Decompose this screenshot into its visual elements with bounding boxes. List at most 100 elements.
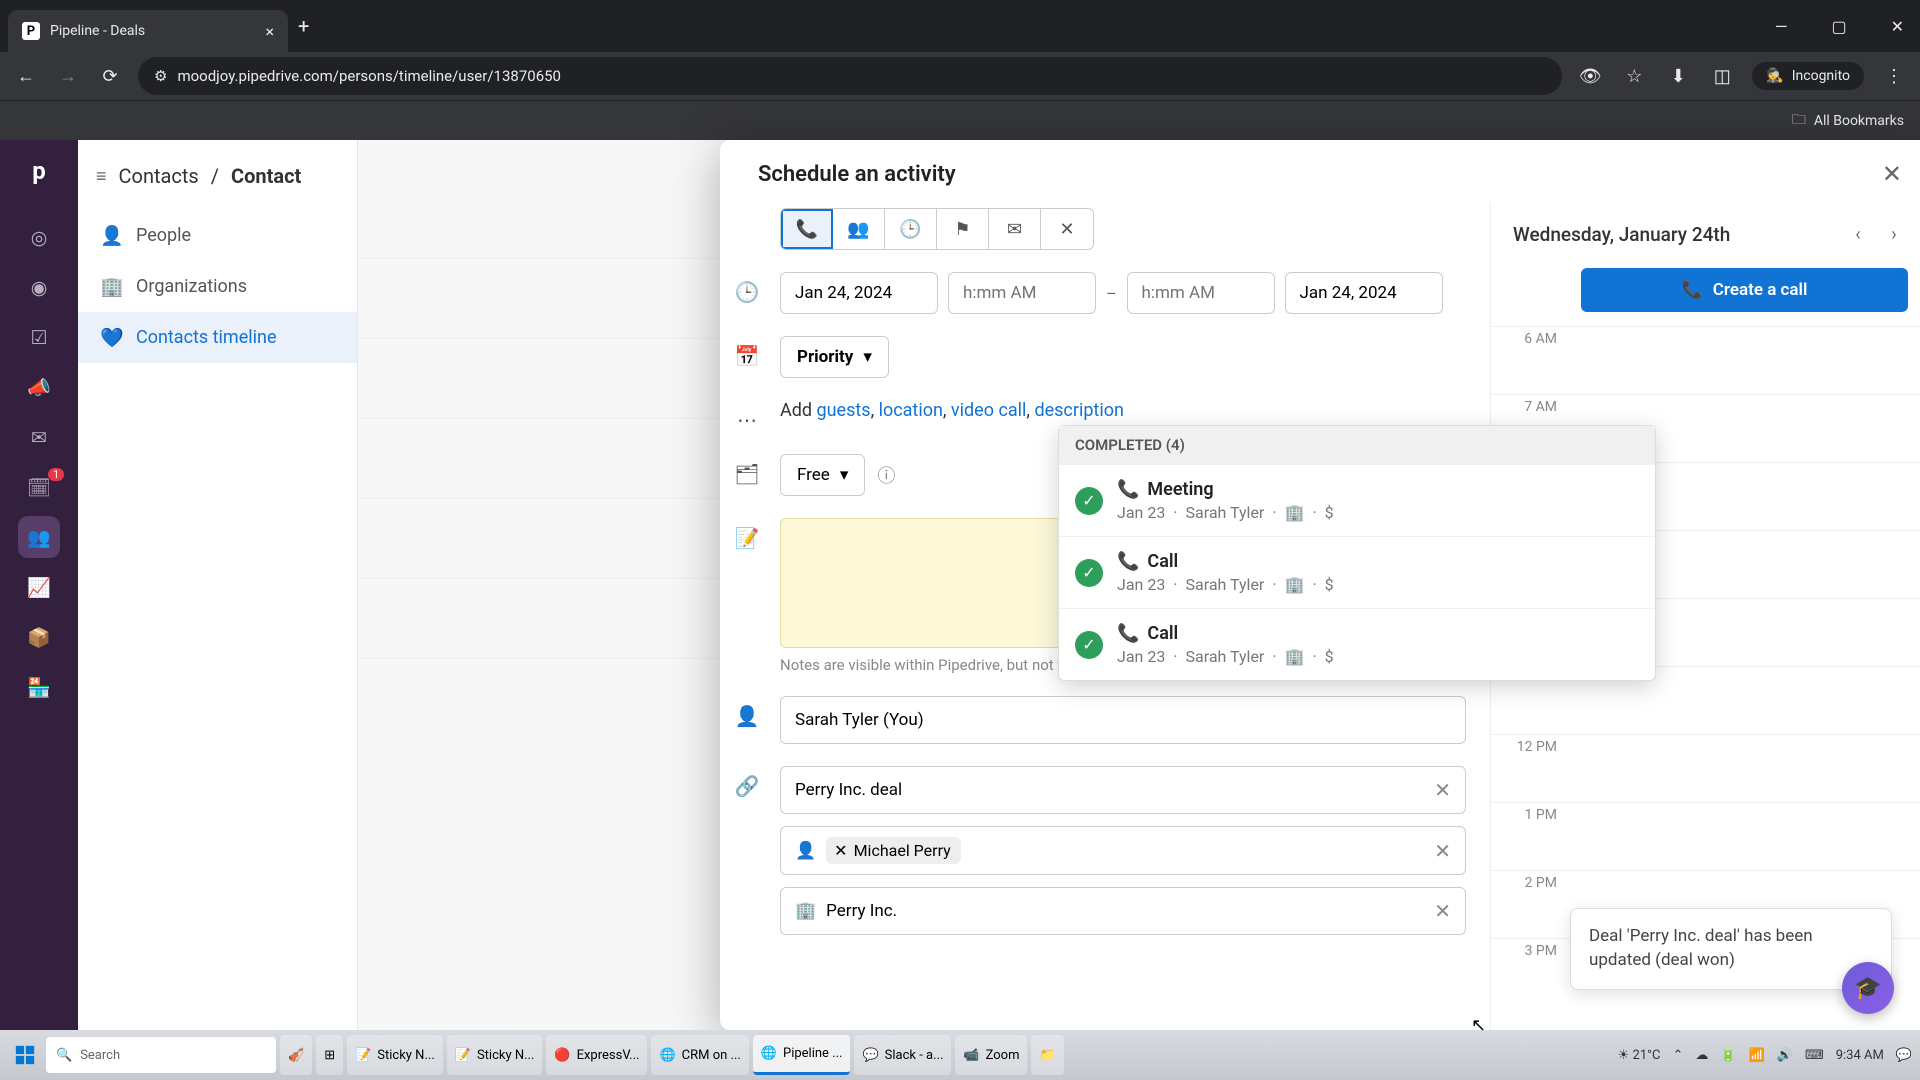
pipedrive-logo[interactable]: p bbox=[20, 152, 58, 190]
tray-volume-icon[interactable]: 🔊 bbox=[1777, 1048, 1793, 1063]
linked-org-field[interactable]: 🏢 Perry Inc. ✕ bbox=[780, 887, 1466, 935]
chip-remove-icon[interactable]: ✕ bbox=[834, 841, 847, 860]
taskbar-app-sticky1[interactable]: 📝Sticky N... bbox=[347, 1035, 443, 1075]
taskbar-app-sticky2[interactable]: 📝Sticky N... bbox=[447, 1035, 543, 1075]
incognito-icon: 🕵 bbox=[1766, 68, 1783, 84]
completed-item[interactable]: ✓ 📞Call Jan 23 · Sarah Tyler · 🏢 · $ bbox=[1059, 608, 1655, 680]
taskbar-search[interactable]: 🔍 Search bbox=[46, 1037, 276, 1073]
taskbar-app-zoom[interactable]: 📹Zoom bbox=[955, 1035, 1027, 1075]
rail-activities-icon[interactable]: 🗓1 bbox=[18, 466, 60, 508]
linked-deal-field[interactable]: Perry Inc. deal ✕ bbox=[780, 766, 1466, 814]
academy-fab[interactable]: 🎓 bbox=[1842, 962, 1894, 1014]
availability-dropdown[interactable]: Free ▾ bbox=[780, 454, 865, 496]
window-minimize-icon[interactable]: — bbox=[1767, 11, 1796, 42]
tray-chevron-icon[interactable]: ⌃ bbox=[1672, 1048, 1683, 1063]
type-lunch-button[interactable]: ✕ bbox=[1041, 209, 1093, 249]
all-bookmarks-link[interactable]: All Bookmarks bbox=[1814, 113, 1904, 129]
eye-off-icon[interactable]: 👁 bbox=[1576, 62, 1604, 90]
note-icon: 📝 bbox=[730, 518, 764, 550]
rail-campaigns-icon[interactable]: 📣 bbox=[18, 366, 60, 408]
rail-products-icon[interactable]: 📦 bbox=[18, 616, 60, 658]
sidebar-item-people[interactable]: 👤 People bbox=[78, 210, 357, 261]
window-maximize-icon[interactable]: ▢ bbox=[1823, 11, 1854, 42]
address-bar[interactable]: ⚙ moodjoy.pipedrive.com/persons/timeline… bbox=[138, 57, 1562, 95]
calendar-date-label: Wednesday, January 24th bbox=[1513, 223, 1730, 246]
breadcrumb-root[interactable]: Contacts bbox=[119, 164, 199, 188]
toast-text: Deal 'Perry Inc. deal' has been updated … bbox=[1589, 926, 1813, 970]
taskbar-app-chrome-pipeline[interactable]: 🌐Pipeline ... bbox=[753, 1035, 851, 1075]
weather-widget[interactable]: ☀ 21°C bbox=[1618, 1048, 1661, 1063]
add-location-link[interactable]: location bbox=[879, 400, 943, 421]
completed-item[interactable]: ✓ 📞Call Jan 23 · Sarah Tyler · 🏢 · $ bbox=[1059, 536, 1655, 608]
end-time-input[interactable] bbox=[1127, 272, 1275, 314]
completed-item[interactable]: ✓ 📞Meeting Jan 23 · Sarah Tyler · 🏢 · $ bbox=[1059, 464, 1655, 536]
incognito-chip[interactable]: 🕵 Incognito bbox=[1752, 62, 1864, 90]
start-time-input[interactable] bbox=[948, 272, 1096, 314]
type-email-button[interactable]: ✉ bbox=[989, 209, 1041, 249]
downloads-icon[interactable]: ⬇ bbox=[1664, 62, 1692, 90]
modal-close-button[interactable]: ✕ bbox=[1882, 160, 1902, 188]
tray-wifi-icon[interactable]: 📶 bbox=[1749, 1048, 1765, 1063]
clear-org-icon[interactable]: ✕ bbox=[1434, 899, 1451, 923]
bookmark-star-icon[interactable]: ☆ bbox=[1620, 62, 1648, 90]
taskbar-app-slack[interactable]: 💬Slack - a... bbox=[854, 1035, 951, 1075]
site-settings-icon[interactable]: ⚙ bbox=[154, 67, 167, 85]
tray-clock[interactable]: 9:34 AM bbox=[1836, 1048, 1884, 1063]
tray-ime-icon[interactable]: ⌨ bbox=[1805, 1048, 1824, 1063]
call-icon: 📞 bbox=[1682, 280, 1703, 300]
bookmarks-folder-icon[interactable]: 🗀 bbox=[1792, 109, 1806, 133]
tray-battery-icon[interactable]: 🔋 bbox=[1720, 1048, 1736, 1063]
browser-tab[interactable]: P Pipeline - Deals × bbox=[8, 10, 288, 52]
start-date-input[interactable] bbox=[780, 272, 938, 314]
sidepanel-icon[interactable]: ◫ bbox=[1708, 62, 1736, 90]
person-chip[interactable]: ✕ Michael Perry bbox=[826, 837, 961, 864]
type-task-button[interactable]: 🕒 bbox=[885, 209, 937, 249]
linked-person-field[interactable]: 👤 ✕ Michael Perry ✕ bbox=[780, 826, 1466, 875]
type-call-button[interactable]: 📞 bbox=[781, 209, 833, 249]
clear-person-icon[interactable]: ✕ bbox=[1434, 839, 1451, 863]
completed-item-title: Call bbox=[1147, 551, 1178, 572]
tray-onedrive-icon[interactable]: ☁ bbox=[1695, 1048, 1708, 1063]
create-call-button[interactable]: 📞 Create a call bbox=[1581, 268, 1908, 312]
person-chip-label: Michael Perry bbox=[854, 841, 951, 860]
sidebar-item-organizations[interactable]: 🏢 Organizations bbox=[78, 261, 357, 312]
taskbar-app-expressvpn[interactable]: 🔴ExpressV... bbox=[546, 1035, 647, 1075]
add-description-link[interactable]: description bbox=[1034, 400, 1123, 421]
rail-contacts-icon[interactable]: 👥 bbox=[18, 516, 60, 558]
rail-projects-icon[interactable]: ☑ bbox=[18, 316, 60, 358]
deal-tiny-icon: $ bbox=[1325, 575, 1334, 594]
back-button[interactable]: ← bbox=[12, 62, 40, 90]
clear-deal-icon[interactable]: ✕ bbox=[1434, 778, 1451, 802]
new-tab-button[interactable]: + bbox=[298, 14, 309, 38]
type-meeting-button[interactable]: 👥 bbox=[833, 209, 885, 249]
rail-leads-icon[interactable]: ◎ bbox=[18, 216, 60, 258]
type-deadline-button[interactable]: ⚑ bbox=[937, 209, 989, 249]
window-close-icon[interactable]: ✕ bbox=[1883, 11, 1912, 42]
rail-deals-icon[interactable]: ◉ bbox=[18, 266, 60, 308]
rail-mail-icon[interactable]: ✉ bbox=[18, 416, 60, 458]
tray-notifications-icon[interactable]: 💬 bbox=[1896, 1048, 1912, 1063]
start-button[interactable] bbox=[8, 1038, 42, 1072]
add-video-call-link[interactable]: video call bbox=[951, 400, 1027, 421]
sidebar-item-contacts-timeline[interactable]: 💙 Contacts timeline bbox=[78, 312, 357, 363]
completed-item-owner: Sarah Tyler bbox=[1186, 575, 1265, 594]
priority-dropdown[interactable]: Priority ▾ bbox=[780, 336, 889, 378]
info-icon[interactable]: ⓘ bbox=[877, 462, 895, 488]
taskbar-taskview[interactable]: ⊞ bbox=[316, 1035, 343, 1075]
add-guests-link[interactable]: guests bbox=[817, 400, 871, 421]
reload-button[interactable]: ⟳ bbox=[96, 62, 124, 90]
create-call-label: Create a call bbox=[1713, 280, 1808, 300]
collapse-sidebar-icon[interactable]: ≡ bbox=[96, 166, 107, 187]
tab-close-icon[interactable]: × bbox=[265, 22, 274, 41]
prev-day-button[interactable]: ‹ bbox=[1844, 220, 1872, 248]
taskbar-app-explorer[interactable]: 📁 bbox=[1031, 1035, 1063, 1075]
forward-button[interactable]: → bbox=[54, 62, 82, 90]
taskbar-app-chrome-crm[interactable]: 🌐CRM on ... bbox=[651, 1035, 748, 1075]
next-day-button[interactable]: › bbox=[1880, 220, 1908, 248]
rail-insights-icon[interactable]: 📈 bbox=[18, 566, 60, 608]
rail-market-icon[interactable]: 🏪 bbox=[18, 666, 60, 708]
end-date-input[interactable] bbox=[1285, 272, 1443, 314]
browser-menu-icon[interactable]: ⋮ bbox=[1880, 62, 1908, 90]
taskbar-tray-misc[interactable]: 🎻 bbox=[280, 1035, 312, 1075]
owner-field[interactable]: Sarah Tyler (You) bbox=[780, 696, 1466, 744]
